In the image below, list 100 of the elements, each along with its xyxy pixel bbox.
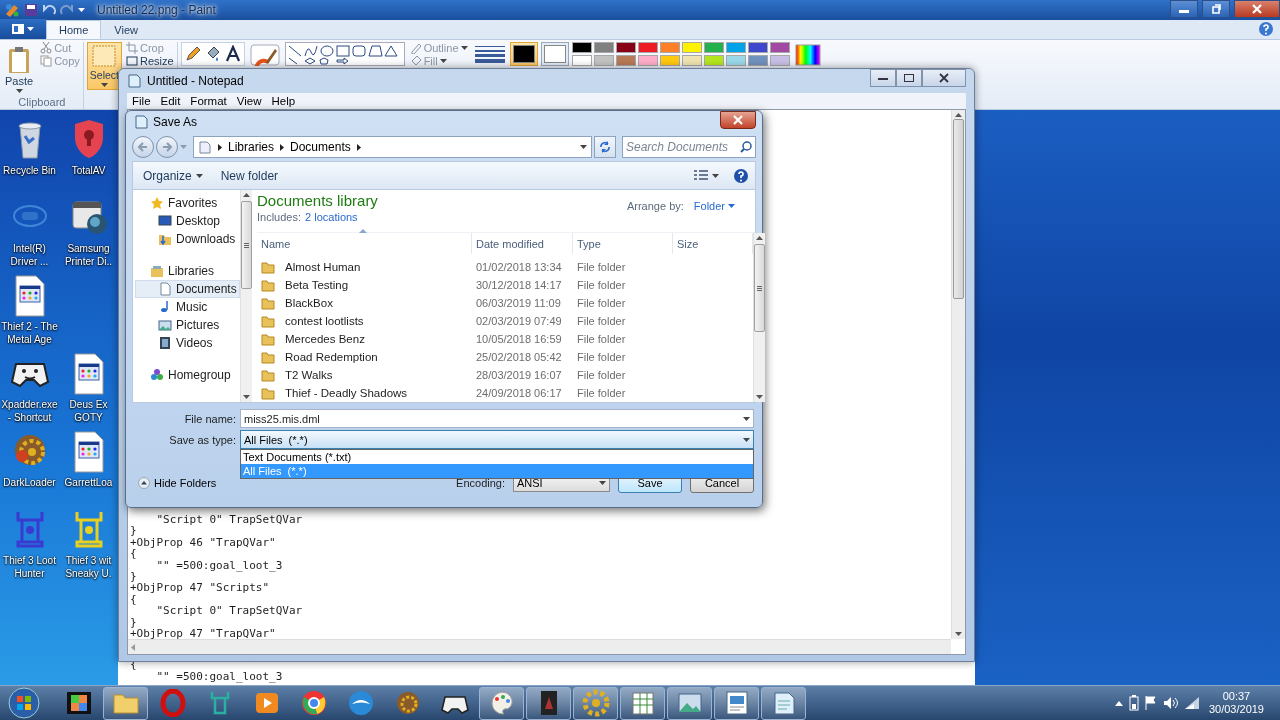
vertical-scrollbar[interactable] bbox=[951, 110, 965, 639]
maximize-button[interactable] bbox=[896, 69, 922, 87]
palette-color[interactable] bbox=[681, 42, 702, 53]
desktop-icon-label[interactable]: Samsung Printer Di.. bbox=[59, 242, 118, 268]
scrollbar[interactable] bbox=[239, 190, 252, 402]
palette-color[interactable] bbox=[725, 55, 746, 66]
desktop-icon-label[interactable]: DarkLoader bbox=[3, 476, 56, 489]
file-type-dropdown[interactable]: All Files (*.*) bbox=[240, 430, 754, 449]
hide-folders-button[interactable]: Hide Folders bbox=[134, 477, 221, 489]
horizontal-scrollbar[interactable] bbox=[128, 639, 951, 654]
palette-color[interactable] bbox=[703, 42, 724, 53]
palette-color[interactable] bbox=[769, 55, 790, 66]
palette-color[interactable] bbox=[659, 42, 680, 53]
file-name[interactable]: contest lootlists bbox=[281, 315, 364, 327]
palette-color[interactable] bbox=[571, 55, 592, 66]
palette-color[interactable] bbox=[637, 42, 658, 53]
palette-color[interactable] bbox=[747, 42, 768, 53]
close-button[interactable] bbox=[720, 111, 756, 129]
organize-button[interactable]: Organize bbox=[139, 166, 207, 185]
desktop-icon-label[interactable]: Thief 3 Loot Hunter bbox=[0, 554, 59, 580]
menu-item[interactable]: File bbox=[127, 95, 156, 107]
arrange-by-dropdown[interactable]: Folder bbox=[693, 200, 735, 212]
close-button[interactable] bbox=[1234, 0, 1280, 18]
palette-color[interactable] bbox=[659, 55, 680, 66]
menu-item[interactable]: Format bbox=[185, 95, 232, 107]
ribbon-tab[interactable]: Home bbox=[46, 20, 102, 39]
menu-item[interactable]: View bbox=[231, 95, 267, 107]
new-folder-button[interactable]: New folder bbox=[216, 166, 283, 185]
palette-color[interactable] bbox=[637, 55, 658, 66]
refresh-button[interactable] bbox=[594, 136, 616, 158]
column-header[interactable]: Date modified bbox=[472, 233, 573, 254]
minimize-button[interactable] bbox=[870, 69, 896, 87]
desktop-icon-label[interactable]: Recycle Bin bbox=[3, 164, 56, 177]
palette-color[interactable] bbox=[681, 55, 702, 66]
palette-color[interactable] bbox=[593, 42, 614, 53]
restore-button[interactable] bbox=[1202, 0, 1230, 18]
file-name[interactable]: Road Redemption bbox=[281, 351, 378, 363]
clock[interactable]: 00:37 30/03/2019 bbox=[1204, 690, 1268, 716]
column-header[interactable]: Type bbox=[573, 233, 673, 254]
file-name[interactable]: Thief - Deadly Shadows bbox=[281, 387, 408, 399]
nav-item[interactable]: Desktop bbox=[135, 212, 240, 230]
taskbar-button[interactable] bbox=[620, 686, 665, 720]
taskbar-button[interactable] bbox=[479, 686, 524, 720]
shapes-gallery[interactable] bbox=[284, 42, 405, 66]
file-name[interactable]: BlackBox bbox=[281, 297, 333, 309]
palette-color[interactable] bbox=[747, 55, 768, 66]
search-field[interactable]: Search Documents bbox=[622, 136, 756, 158]
color-swatch[interactable] bbox=[509, 42, 538, 66]
desktop-icon-label[interactable]: Deus Ex GOTY bbox=[59, 398, 118, 424]
brush-icon bbox=[249, 44, 280, 66]
file-name-field[interactable]: miss25.mis.dml bbox=[240, 409, 754, 428]
menu-item[interactable]: Help bbox=[266, 95, 301, 107]
palette-color[interactable] bbox=[725, 42, 746, 53]
palette-color[interactable] bbox=[593, 55, 614, 66]
nav-item[interactable]: Favorites bbox=[135, 194, 240, 212]
file-name[interactable]: Mercedes Benz bbox=[281, 333, 365, 345]
palette-color[interactable] bbox=[615, 42, 636, 53]
paste-button[interactable]: Paste bbox=[2, 42, 37, 96]
nav-item[interactable]: Documents bbox=[135, 280, 240, 298]
nav-item[interactable]: Pictures bbox=[135, 316, 240, 334]
nav-item[interactable]: Videos bbox=[135, 334, 240, 352]
nav-item[interactable]: Homegroup bbox=[135, 366, 240, 384]
signal-icon bbox=[1184, 697, 1199, 709]
app-menu-button[interactable] bbox=[0, 19, 46, 39]
taskbar-button[interactable] bbox=[761, 686, 806, 720]
select-button[interactable]: Select bbox=[86, 42, 122, 90]
file-name[interactable]: Almost Human bbox=[281, 261, 361, 273]
desktop-icon-label[interactable]: GarrettLoa bbox=[64, 476, 113, 489]
palette-color[interactable] bbox=[571, 42, 592, 53]
file-name[interactable]: T2 Walks bbox=[281, 369, 333, 381]
desktop-icon-label[interactable]: Thief 2 - The Metal Age bbox=[0, 320, 59, 346]
palette-color[interactable] bbox=[703, 55, 724, 66]
nav-item[interactable]: Libraries bbox=[135, 262, 240, 280]
breadcrumb-item[interactable]: Libraries bbox=[228, 140, 275, 154]
address-bar[interactable]: Libraries Documents bbox=[193, 136, 592, 158]
taskbar-button[interactable] bbox=[714, 686, 759, 720]
breadcrumb-arrow-icon bbox=[280, 143, 285, 151]
edit-colors-button[interactable] bbox=[792, 42, 823, 68]
menu-item[interactable]: Edit bbox=[155, 95, 186, 107]
palette-color[interactable] bbox=[615, 55, 636, 66]
desktop-icon-label[interactable]: TotalAV bbox=[71, 164, 106, 177]
forward-button[interactable] bbox=[156, 136, 178, 158]
color-swatch[interactable] bbox=[540, 42, 569, 66]
file-name[interactable]: Beta Testing bbox=[281, 279, 349, 291]
close-button[interactable] bbox=[922, 69, 966, 87]
resize-button[interactable]: Resize bbox=[124, 55, 176, 67]
desktop-icon-label[interactable]: Xpadder.exe - Shortcut bbox=[0, 398, 59, 424]
nav-item[interactable]: Downloads bbox=[135, 230, 240, 248]
minimize-button[interactable] bbox=[1170, 0, 1198, 18]
desktop-icon-label[interactable]: Intel(R) Driver ... bbox=[0, 242, 59, 268]
desktop-icon-label[interactable]: Thief 3 wit Sneaky U. bbox=[59, 554, 118, 580]
back-button[interactable] bbox=[132, 136, 154, 158]
ribbon-tab[interactable]: View bbox=[101, 20, 151, 39]
palette-color[interactable] bbox=[769, 42, 790, 53]
scrollbar[interactable] bbox=[753, 233, 765, 402]
brushes-button[interactable] bbox=[247, 42, 282, 68]
taskbar-button[interactable] bbox=[526, 686, 571, 720]
nav-item[interactable]: Music bbox=[135, 298, 240, 316]
breadcrumb-item[interactable]: Documents bbox=[290, 140, 351, 154]
locations-link[interactable]: 2 locations bbox=[305, 211, 358, 223]
